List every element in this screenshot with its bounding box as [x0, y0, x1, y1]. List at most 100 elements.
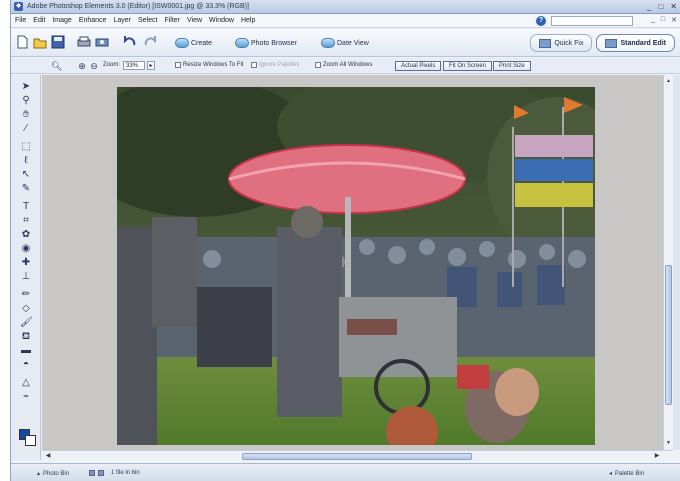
- undo-icon[interactable]: [123, 35, 137, 49]
- zoom-all-option[interactable]: Zoom All Windows: [315, 62, 372, 68]
- magic-wand-tool-icon[interactable]: ↖: [20, 169, 32, 181]
- crop-tool-icon[interactable]: ⌗: [20, 215, 32, 227]
- cookie-cutter-tool-icon[interactable]: ✿: [20, 229, 32, 241]
- menu-filter[interactable]: Filter: [164, 17, 180, 24]
- move-tool-icon[interactable]: ➤: [20, 81, 32, 93]
- menu-edit[interactable]: Edit: [33, 17, 45, 24]
- fit-on-screen-button[interactable]: Fit On Screen: [443, 61, 493, 71]
- menu-layer[interactable]: Layer: [113, 17, 131, 24]
- sponge-tool-icon[interactable]: ⌁: [20, 391, 32, 403]
- help-icon[interactable]: ?: [536, 16, 546, 26]
- quick-fix-label: Quick Fix: [554, 39, 584, 47]
- standard-edit-tab[interactable]: Standard Edit: [596, 34, 675, 52]
- vertical-scroll-thumb[interactable]: [665, 265, 672, 405]
- bin-nav-icons: [89, 470, 104, 476]
- ignore-palettes-label: Ignore Palettes: [259, 62, 300, 68]
- menu-enhance[interactable]: Enhance: [79, 17, 107, 24]
- horizontal-scrollbar[interactable]: ◀ ▶: [42, 450, 673, 462]
- menu-view[interactable]: View: [187, 17, 202, 24]
- create-label: Create: [191, 39, 213, 47]
- vertical-scrollbar[interactable]: ▲ ▼: [663, 75, 673, 450]
- minimize-button[interactable]: _: [647, 2, 651, 11]
- menu-select[interactable]: Select: [138, 17, 157, 24]
- save-icon[interactable]: [51, 35, 65, 49]
- print-preview-icon[interactable]: [95, 35, 109, 49]
- palette-bin-toggle[interactable]: ◂ Palette Bin: [609, 470, 644, 478]
- document-canvas-area[interactable]: [42, 75, 663, 450]
- title-bar: ◆ Adobe Photoshop Elements 3.0 (Editor) …: [11, 0, 680, 14]
- bin-prev-icon[interactable]: [89, 470, 95, 476]
- zoom-all-checkbox[interactable]: [315, 62, 321, 68]
- maximize-button[interactable]: □: [658, 2, 663, 11]
- editor-window: ◆ Adobe Photoshop Elements 3.0 (Editor) …: [10, 0, 680, 481]
- photo-browser-label: Photo Browser: [251, 39, 297, 47]
- doc-close-button[interactable]: ✕: [671, 16, 677, 24]
- bin-next-icon[interactable]: [98, 470, 104, 476]
- horizontal-scroll-thumb[interactable]: [242, 453, 472, 460]
- doc-restore-button[interactable]: □: [661, 16, 665, 24]
- zoom-in-icon[interactable]: ⊕: [77, 61, 87, 71]
- resize-windows-checkbox[interactable]: [175, 62, 181, 68]
- zoom-out-icon[interactable]: ⊖: [89, 61, 99, 71]
- marquee-tool-icon[interactable]: ⬚: [20, 141, 32, 153]
- eraser-tool-icon[interactable]: ◇: [20, 303, 32, 315]
- standard-edit-label: Standard Edit: [620, 39, 666, 47]
- menu-window[interactable]: Window: [209, 17, 234, 24]
- print-size-button[interactable]: Print Size: [493, 61, 531, 71]
- ignore-palettes-option: Ignore Palettes: [251, 62, 299, 68]
- resize-windows-option[interactable]: Resize Windows To Fit: [175, 62, 244, 68]
- background-color-swatch[interactable]: [25, 435, 36, 446]
- blur-tool-icon[interactable]: △: [20, 377, 32, 389]
- red-eye-tool-icon[interactable]: ◉: [20, 243, 32, 255]
- scroll-right-arrow-icon[interactable]: ▶: [653, 452, 661, 461]
- actual-pixels-button[interactable]: Actual Pixels: [395, 61, 442, 71]
- redo-icon[interactable]: [143, 35, 157, 49]
- quick-fix-tab[interactable]: Quick Fix: [530, 34, 593, 52]
- selection-brush-tool-icon[interactable]: ✎: [20, 183, 32, 195]
- zoom-tool-icon: 🔍︎: [51, 61, 63, 71]
- zoom-slider-arrow[interactable]: ▸: [147, 61, 155, 70]
- file-count: 1 file in bin: [111, 470, 140, 476]
- photo-bin-toggle[interactable]: ▴ Photo Bin: [37, 470, 70, 478]
- photo-image[interactable]: [117, 87, 595, 445]
- ignore-palettes-checkbox: [251, 62, 257, 68]
- zoom-value-field[interactable]: 33%: [123, 61, 145, 70]
- shortcuts-bar: Create Photo Browser Date View Quick Fix…: [11, 29, 680, 57]
- zoom-tool-button-icon[interactable]: ⚲: [20, 95, 32, 107]
- menu-bar: File Edit Image Enhance Layer Select Fil…: [11, 14, 680, 28]
- scroll-up-arrow-icon[interactable]: ▲: [665, 77, 672, 85]
- open-folder-icon[interactable]: [33, 35, 47, 49]
- photo-browser-button[interactable]: Photo Browser: [235, 37, 297, 49]
- print-icon[interactable]: [77, 35, 91, 49]
- scroll-left-arrow-icon[interactable]: ◀: [44, 452, 52, 461]
- type-tool-icon[interactable]: T: [20, 201, 32, 213]
- create-button[interactable]: Create: [175, 37, 212, 49]
- shape-tool-icon[interactable]: ◓: [20, 359, 32, 371]
- menu-image[interactable]: Image: [52, 17, 71, 24]
- resize-windows-label: Resize Windows To Fit: [183, 62, 244, 68]
- menu-help[interactable]: Help: [241, 17, 255, 24]
- date-view-button[interactable]: Date View: [321, 37, 369, 49]
- gradient-tool-icon[interactable]: ▬: [20, 345, 32, 357]
- healing-brush-tool-icon[interactable]: ✚: [20, 257, 32, 269]
- help-search-input[interactable]: [551, 16, 633, 26]
- window-controls: _ □ ✕: [647, 2, 677, 11]
- photo-browser-icon: [235, 38, 249, 48]
- doc-minimize-button[interactable]: _: [651, 16, 655, 24]
- clone-stamp-tool-icon[interactable]: ⊥: [20, 271, 32, 283]
- close-button[interactable]: ✕: [670, 2, 677, 11]
- eyedropper-tool-icon[interactable]: ⁄: [20, 123, 32, 135]
- hand-tool-icon[interactable]: ✋︎: [20, 109, 32, 121]
- document-controls: _ □ ✕: [651, 16, 677, 24]
- toolbox: ➤ ⚲ ✋︎ ⁄ ⬚ ℓ ↖ ✎ T ⌗ ✿ ◉ ✚ ⊥ ✏︎ ◇ 🖌︎ ⛾ ▬…: [11, 75, 41, 460]
- paint-bucket-tool-icon[interactable]: ⛾: [20, 331, 32, 343]
- options-bar: 🔍︎ ⊕ ⊖ Zoom: 33% ▸ Resize Windows To Fit…: [11, 58, 680, 74]
- lasso-tool-icon[interactable]: ℓ: [20, 155, 32, 167]
- photo-bin-label: Photo Bin: [43, 470, 70, 477]
- brush-tool-icon[interactable]: 🖌︎: [20, 317, 33, 329]
- pencil-tool-icon[interactable]: ✏︎: [20, 289, 32, 301]
- date-view-label: Date View: [337, 39, 369, 47]
- scroll-down-arrow-icon[interactable]: ▼: [665, 439, 672, 447]
- new-file-icon[interactable]: [15, 35, 29, 49]
- menu-file[interactable]: File: [15, 17, 26, 24]
